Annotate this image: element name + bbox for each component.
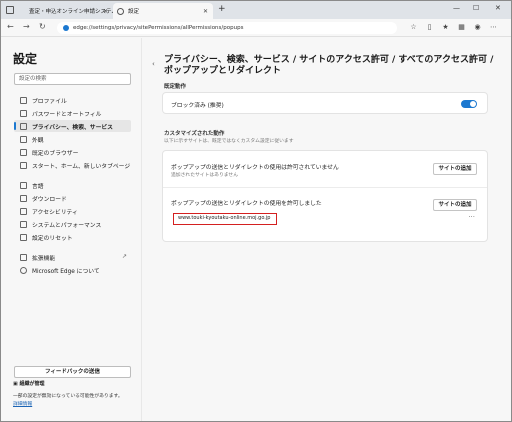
- profile-icon: [20, 96, 27, 104]
- sidebar-item-about[interactable]: Microsoft Edge について: [14, 264, 131, 276]
- custom-sites-card: ポップアップの送信とリダイレクトの使用は許可されていません 追加されたサイトはあ…: [162, 150, 488, 242]
- close-tab-icon[interactable]: ✕: [203, 8, 208, 15]
- org-managed-label: ▣ 組織が管理: [13, 380, 44, 387]
- download-icon: [20, 194, 27, 202]
- sidebar-item-passwords[interactable]: パスワードとオートフィル: [14, 107, 131, 119]
- sidebar-item-label: 拡張機能: [32, 255, 56, 262]
- reset-icon: [20, 233, 27, 241]
- org-description: 一部の設定が無効になっている可能性があります。: [13, 394, 123, 399]
- forward-icon[interactable]: →: [23, 22, 30, 31]
- collections-icon[interactable]: ▦: [457, 23, 466, 32]
- settings-main: ‹ プライバシー、検索、サービス / サイトのアクセス許可 / すべてのアクセス…: [141, 38, 511, 421]
- sidebar-item-default-browser[interactable]: 既定のブラウザー: [14, 146, 131, 158]
- system-icon: [20, 220, 27, 228]
- sidebar-item-label: 設定のリセット: [32, 235, 73, 242]
- sidebar-item-label: パスワードとオートフィル: [32, 111, 102, 118]
- back-icon[interactable]: ←: [7, 22, 14, 31]
- window-menu-icon[interactable]: [6, 6, 14, 14]
- feedback-button[interactable]: フィードバックの送信: [14, 366, 131, 378]
- back-arrow-icon[interactable]: ‹: [152, 60, 155, 68]
- org-title: 組織が管理: [19, 381, 45, 387]
- tab-settings[interactable]: 設定 ✕: [113, 3, 213, 19]
- breadcrumb: プライバシー、検索、サービス / サイトのアクセス許可 / すべてのアクセス許可…: [164, 55, 494, 76]
- sidebar-item-label: 既定のブラウザー: [32, 150, 79, 157]
- maximize-button[interactable]: ☐: [473, 4, 479, 12]
- minimize-button[interactable]: —: [453, 4, 460, 12]
- sidebar-item-label: システムとパフォーマンス: [32, 222, 102, 229]
- sidebar-item-profile[interactable]: プロファイル: [14, 94, 131, 106]
- custom-behavior-label: カスタマイズされた動作: [164, 131, 225, 137]
- not-allowed-title: ポップアップの送信とリダイレクトの使用は許可されていません: [171, 165, 339, 171]
- lock-icon: [20, 122, 27, 130]
- tab-application[interactable]: 査定・申込オンライン申請システム ✕: [21, 3, 117, 19]
- sidebar-item-label: ダウンロード: [32, 196, 67, 203]
- sidebar-item-languages[interactable]: 言語: [14, 179, 131, 191]
- favorites-icon[interactable]: ★: [441, 23, 450, 32]
- new-tab-button[interactable]: +: [218, 4, 226, 14]
- default-behavior-label: 既定動作: [164, 84, 187, 90]
- sidebar-item-privacy[interactable]: プライバシー、検索、サービス: [14, 120, 131, 132]
- allowed-title: ポップアップの送信とリダイレクトの使用を許可しました: [171, 201, 322, 207]
- close-tab-icon[interactable]: ✕: [103, 8, 108, 15]
- tab-bar: 査定・申込オンライン申請システム ✕ 設定 ✕ + — ☐ ✕: [1, 1, 511, 19]
- not-allowed-subtitle: 追加されたサイトはありません: [171, 173, 239, 178]
- address-text: edge://settings/privacy/sitePermissions/…: [73, 25, 244, 31]
- tab-label: 設定: [128, 9, 140, 15]
- more-actions-icon[interactable]: ···: [468, 213, 475, 221]
- learn-more-link[interactable]: 詳細情報: [13, 400, 32, 407]
- extensions-icon: [20, 253, 27, 261]
- sidebar-item-label: プライバシー、検索、サービス: [32, 124, 113, 131]
- settings-title: 設定: [13, 52, 38, 66]
- language-icon: [20, 181, 27, 189]
- edge-icon: [63, 25, 69, 31]
- key-icon: [20, 109, 27, 117]
- split-screen-icon[interactable]: ▯: [425, 23, 434, 32]
- close-window-button[interactable]: ✕: [495, 4, 501, 12]
- external-link-icon: ↗: [121, 253, 127, 260]
- block-popups-card: ブロック済み (推奨): [162, 92, 488, 114]
- profile-icon[interactable]: ◉: [473, 23, 482, 32]
- accessibility-icon: [20, 207, 27, 215]
- gear-icon: [117, 7, 124, 15]
- address-bar[interactable]: edge://settings/privacy/sitePermissions/…: [57, 22, 397, 34]
- sidebar-item-label: スタート、ホーム、新しいタブページ: [32, 163, 131, 170]
- sidebar-item-start-home[interactable]: スタート、ホーム、新しいタブページ: [14, 159, 131, 171]
- settings-search-input[interactable]: 設定の検索: [14, 73, 131, 85]
- favorite-star-icon[interactable]: ☆: [409, 23, 418, 32]
- appearance-icon: [20, 135, 27, 143]
- sidebar-item-label: プロファイル: [32, 98, 67, 105]
- address-toolbar: ← → ↻ edge://settings/privacy/sitePermis…: [1, 19, 511, 37]
- allowed-site-entry[interactable]: www.touki-kyoutaku-online.moj.go.jp: [173, 213, 277, 225]
- settings-sidebar: 設定 設定の検索 プロファイル パスワードとオートフィル プライバシー、検索、サ…: [1, 38, 141, 421]
- sidebar-item-downloads[interactable]: ダウンロード: [14, 192, 131, 204]
- sidebar-item-accessibility[interactable]: アクセシビリティ: [14, 205, 131, 217]
- sidebar-item-label: アクセシビリティ: [32, 209, 78, 216]
- more-menu-icon[interactable]: ⋯: [489, 23, 498, 32]
- browser-icon: [20, 148, 27, 156]
- divider: [163, 187, 487, 188]
- refresh-icon[interactable]: ↻: [39, 22, 46, 31]
- sidebar-item-reset[interactable]: 設定のリセット: [14, 231, 131, 243]
- home-icon: [20, 161, 27, 169]
- block-label: ブロック済み (推奨): [171, 103, 224, 109]
- block-toggle[interactable]: [461, 100, 477, 108]
- sidebar-item-label: 言語: [32, 183, 44, 190]
- add-site-button-blocked[interactable]: サイトの追加: [433, 163, 477, 175]
- sidebar-item-appearance[interactable]: 外観: [14, 133, 131, 145]
- add-site-button-allowed[interactable]: サイトの追加: [433, 199, 477, 211]
- edge-icon: [20, 266, 27, 274]
- browser-window: 査定・申込オンライン申請システム ✕ 設定 ✕ + — ☐ ✕ ← → ↻ ed…: [0, 0, 512, 422]
- custom-behavior-desc: 以下に示すサイトは、既定ではなくカスタム設定に従います: [164, 139, 294, 144]
- sidebar-item-label: Microsoft Edge について: [32, 268, 100, 275]
- sidebar-item-label: 外観: [32, 137, 44, 144]
- sidebar-item-system[interactable]: システムとパフォーマンス: [14, 218, 131, 230]
- sidebar-item-extensions[interactable]: 拡張機能 ↗: [14, 251, 131, 263]
